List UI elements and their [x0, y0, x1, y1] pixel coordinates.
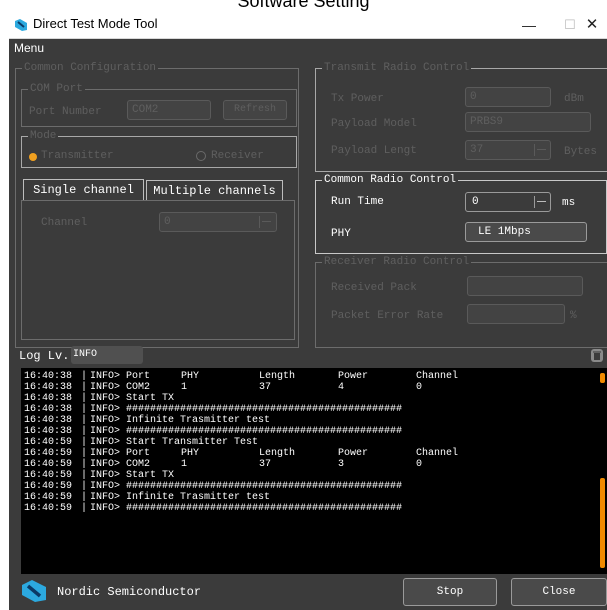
nordic-logo-icon [15, 19, 27, 31]
log-row: 16:40:38 | INFO> Start TX [24, 393, 175, 404]
payload-model-label: Payload Model [331, 118, 417, 130]
payload-length-stepper[interactable]: 37 [465, 140, 551, 160]
port-number-field[interactable]: COM2 [127, 100, 211, 120]
log-row: 16:40:59 | INFO> Start TX [24, 470, 175, 481]
mode-title: Mode [28, 129, 59, 143]
nordic-logo-icon [22, 580, 46, 602]
run-time-unit: ms [562, 197, 576, 209]
channel-stepper[interactable]: 0 [159, 212, 277, 232]
payload-length-value: 37 [470, 144, 484, 156]
tab-multiple-channels[interactable]: Multiple channels [146, 180, 283, 201]
log-row: 16:40:38 | INFO> Port PHY Length Power Channel [24, 371, 459, 382]
receiver-radio-control-title: Receiver Radio Control [322, 255, 472, 269]
run-time-stepper[interactable]: 0 [465, 192, 551, 212]
transmit-radio-control-title: Transmit Radio Control [322, 61, 472, 75]
log-row: 16:40:38 | INFO> Infinite Trasmitter test [24, 415, 271, 426]
log-row: 16:40:38 | INFO> COM2 1 37 4 0 [24, 382, 423, 393]
log-row: 16:40:59 | INFO> Infinite Trasmitter test [24, 492, 271, 503]
log-output[interactable]: 16:40:38 | INFO> Port PHY Length Power Channel… [21, 368, 607, 574]
stop-button[interactable]: Stop [403, 578, 497, 606]
stepper-arrows-icon[interactable] [259, 216, 273, 228]
packet-error-rate-field [467, 304, 565, 324]
received-pack-field [467, 276, 583, 296]
port-number-label: Port Number [29, 106, 102, 118]
channel-label: Channel [41, 217, 88, 229]
log-row: 16:40:38 | INFO> #########################… [24, 404, 403, 415]
page-caption: Software Setting [237, 0, 370, 11]
log-row: 16:40:59 | INFO> #########################… [24, 503, 403, 514]
radio-button-icon[interactable] [29, 153, 37, 161]
log-row: 16:40:59 | INFO> #########################… [24, 481, 403, 492]
close-button[interactable]: Close [511, 578, 607, 606]
channel-value: 0 [164, 216, 171, 228]
payload-length-unit: Bytes [564, 146, 598, 158]
packet-error-rate-unit: % [570, 310, 577, 322]
window-title: Direct Test Mode Tool [33, 16, 158, 31]
brand-name: Nordic Semiconductor [57, 585, 202, 599]
tx-power-field[interactable]: 0 [465, 87, 551, 107]
log-row: 16:40:59 | INFO> COM2 1 37 3 0 [24, 459, 423, 470]
scrollbar-thumb[interactable] [600, 478, 605, 568]
radio-button-icon[interactable] [196, 151, 206, 161]
phy-select[interactable]: LE 1Mbps [465, 222, 587, 242]
menu-item[interactable]: Menu [14, 41, 44, 55]
com-port-title: COM Port [28, 82, 85, 96]
phy-label: PHY [331, 228, 351, 240]
stepper-arrows-icon[interactable] [534, 144, 548, 156]
log-row: 16:40:59 | INFO> Port PHY Length Power Channel [24, 448, 459, 459]
close-window-button[interactable]: ✕ [577, 13, 607, 37]
log-row: 16:40:38 | INFO> #########################… [24, 426, 403, 437]
stepper-arrows-icon[interactable] [534, 196, 548, 208]
log-row: 16:40:59 | INFO> Start Transmitter Test [24, 437, 259, 448]
payload-model-select[interactable]: PRBS9 [465, 112, 591, 132]
common-radio-control-title: Common Radio Control [322, 173, 459, 187]
transmitter-label: Transmitter [41, 150, 114, 162]
common-radio-control-group: Common Radio Control [315, 173, 607, 254]
log-level-label: Log Lv. [19, 349, 70, 363]
run-time-value: 0 [472, 196, 479, 208]
title-bar: Direct Test Mode Tool — ☐ ✕ [9, 12, 607, 39]
app-window: Direct Test Mode Tool — ☐ ✕ Menu Common … [9, 12, 607, 610]
menu-bar: Menu [9, 39, 607, 59]
scrollbar-up-handle[interactable] [600, 373, 605, 383]
common-configuration-title: Common Configuration [22, 61, 159, 75]
tab-single-channel[interactable]: Single channel [23, 179, 144, 201]
trash-icon[interactable] [591, 349, 603, 362]
run-time-label: Run Time [331, 196, 384, 208]
packet-error-rate-label: Packet Error Rate [331, 310, 444, 322]
minimize-button[interactable]: — [514, 13, 544, 37]
payload-length-label: Payload Lengt [331, 145, 417, 157]
receiver-label: Receiver [211, 150, 264, 162]
tx-power-label: Tx Power [331, 93, 384, 105]
refresh-button[interactable]: Refresh [223, 100, 287, 120]
received-pack-label: Received Pack [331, 282, 417, 294]
log-level-select[interactable]: INFO [71, 346, 143, 364]
tx-power-unit: dBm [564, 93, 584, 105]
